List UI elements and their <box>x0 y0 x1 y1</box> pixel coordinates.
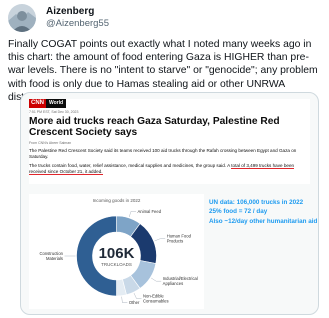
tweet: Aizenberg @Aizenberg55 Finally COGAT poi… <box>0 0 329 318</box>
tweet-media[interactable]: CNN World 7:51 PM EST, Sat Dec 30, 2023 … <box>20 92 319 315</box>
leader-line-animal-feed <box>128 211 137 218</box>
leader-line-non-edible-consumables <box>133 293 142 299</box>
article-byline: From CNN's Abeer Salman <box>29 141 72 145</box>
article-section: World <box>46 99 67 108</box>
display-name[interactable]: Aizenberg <box>46 6 109 18</box>
chart-center-value: 106K <box>99 245 135 262</box>
annotation-line: Also ~12/day other humanitarian aid <box>209 217 318 225</box>
slice-label-industrial-electrical-appliances: Industrial/Electrical Appliances <box>163 276 198 286</box>
article-paragraph: The Palestine Red Crescent Society said … <box>29 148 297 160</box>
chart-title: Incoming goods in 2022 <box>93 198 141 203</box>
article-timestamp: 7:51 PM EST, Sat Dec 30, 2023 <box>29 110 79 114</box>
news-article-screenshot: CNN World 7:51 PM EST, Sat Dec 30, 2023 … <box>29 99 310 184</box>
annotation: UN data: 106,000 trucks in 2022 25% food… <box>209 198 318 226</box>
article-headline: More aid trucks reach Gaza Saturday, Pal… <box>29 116 280 138</box>
donut-chart-panel: Incoming goods in 2022 Animal Feed Human … <box>29 194 204 309</box>
donut-chart: Incoming goods in 2022 Animal Feed Human … <box>39 198 198 305</box>
tweet-header: Aizenberg @Aizenberg55 <box>8 4 109 32</box>
article-paragraph-lead: The trucks contain food, water, relief a… <box>29 162 230 168</box>
cnn-logo: CNN <box>29 99 46 108</box>
slice-label-non-edible-consumables: Non-Edible Consumables <box>143 294 169 304</box>
leader-line-other <box>121 296 128 303</box>
avatar[interactable] <box>8 4 36 32</box>
annotation-line: UN data: 106,000 trucks in 2022 <box>209 199 304 206</box>
user-handle[interactable]: @Aizenberg55 <box>46 18 109 30</box>
slice-label-human-food-products: Human Food Products <box>167 234 192 244</box>
article-paragraph-highlighted: The trucks contain food, water, relief a… <box>29 162 310 176</box>
avatar-image <box>8 4 36 32</box>
chart-center-label: TRUCKLOADS <box>101 262 132 267</box>
slice-label-animal-feed: Animal Feed <box>138 209 162 214</box>
annotation-line: 25% food = 72 / day <box>209 208 268 216</box>
slice-label-construction-materials: Construction Materials <box>39 251 63 261</box>
leader-line-human-food-products <box>154 238 166 242</box>
slice-label-other: Other <box>129 300 140 305</box>
cnn-header-bar: CNN World <box>29 99 310 108</box>
leader-line-industrial-electrical-appliances <box>151 277 162 282</box>
author-names: Aizenberg @Aizenberg55 <box>46 6 109 30</box>
